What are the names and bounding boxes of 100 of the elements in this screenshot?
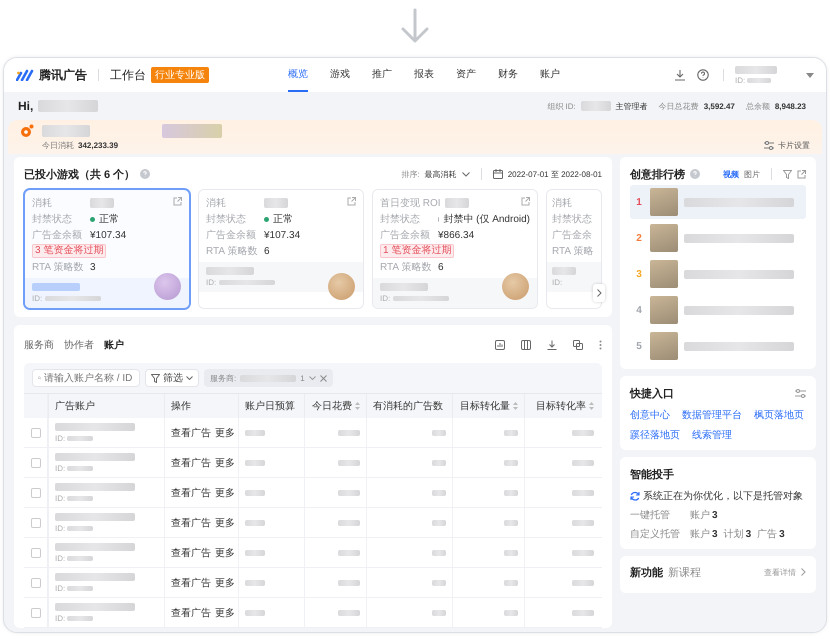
more-dropdown[interactable]: 更多 [215,426,235,440]
more-dropdown[interactable]: 更多 [215,606,235,620]
status-label: 封禁状态 [206,212,247,226]
view-ads-link[interactable]: 查看广告 [171,516,211,530]
row-checkbox[interactable] [30,518,40,528]
nav-tab[interactable]: 概览 [288,58,308,92]
sliders-icon[interactable] [795,388,806,398]
photo-placeholder [650,260,678,288]
blurred-text [572,610,594,616]
view-ads-link[interactable]: 查看广告 [171,576,211,590]
row-checkbox[interactable] [30,608,40,618]
managed-object-count: 3 [712,510,718,521]
close-icon[interactable] [320,374,327,382]
external-link-icon[interactable] [797,170,806,178]
date-range[interactable]: 2022-07-01 至 2022-08-01 [508,168,602,180]
sort-icon[interactable] [355,402,360,410]
nav-tab[interactable]: 推广 [372,58,392,92]
card-settings-link[interactable]: 卡片设置 [778,140,810,151]
nav-tab[interactable]: 财务 [498,58,518,92]
caret-icon[interactable] [806,72,814,78]
chevron-right-icon [596,289,602,297]
row-checkbox[interactable] [30,578,40,588]
section-tab[interactable]: 协作者 [64,338,94,352]
managed-type-label: 自定义托管 [630,528,681,541]
sort-dropdown[interactable]: 最高消耗 [424,168,457,180]
external-link-icon[interactable] [347,197,356,206]
rta-value: 6 [264,246,270,256]
nav-tab[interactable]: 报表 [414,58,434,92]
row-checkbox[interactable] [30,428,40,438]
photo-placeholder [650,296,678,324]
section-tab[interactable]: 账户 [104,338,124,352]
filter-icon[interactable] [783,170,792,178]
more-dropdown[interactable]: 更多 [215,516,235,530]
id-label: ID: [552,278,562,287]
blurred-text [504,580,518,586]
game-card[interactable]: 消耗 封禁状态 正常 广告金余额 ¥107.34 RTA 策略数 6 ID: [198,189,364,309]
org-id-label: 组织 ID: [547,100,576,112]
sort-icon[interactable] [513,402,518,410]
column-title: 目标转化量 [460,400,510,413]
columns-icon[interactable] [521,340,531,350]
chevron-down-icon[interactable] [308,376,316,380]
blurred-text [162,124,222,138]
shortcut-link[interactable]: 枫页落地页 [754,408,804,422]
view-ads-link[interactable]: 查看广告 [171,606,211,620]
copy-icon[interactable] [573,340,583,350]
view-ads-link[interactable]: 查看广告 [171,486,211,500]
game-card[interactable]: 首日变现 ROI 封禁状态 封禁中 (仅 Android) 广告金余额 ¥866.34 1 笔资金将过期 RTA 策略数 6 ID: [372,189,538,309]
chevron-down-icon[interactable] [462,172,470,176]
row-checkbox[interactable] [30,458,40,468]
chevron-right-icon[interactable] [801,568,806,576]
media-tab[interactable]: 图片 [744,168,760,180]
view-ads-link[interactable]: 查看广告 [171,456,211,470]
blurred-text [245,520,265,526]
blurred-text [67,466,94,470]
logo-icon [16,69,34,81]
view-ads-link[interactable]: 查看广告 [171,546,211,560]
managed-type-label: 一键托管 [630,508,671,522]
filter-button[interactable]: 筛选 [145,369,199,387]
game-card[interactable]: 消耗 封禁状态 正常 广告金余额 ¥107.34 3 笔资金将过期 RTA 策略数 3 ID: [24,189,190,309]
download-icon[interactable] [547,340,557,350]
shortcut-link[interactable]: 线索管理 [692,428,732,442]
help-icon[interactable] [697,69,709,81]
shortcut-link[interactable]: 创意中心 [630,408,670,422]
shortcut-link[interactable]: 蹊径落地页 [630,428,680,442]
blurred-text [338,430,360,436]
row-checkbox[interactable] [30,488,40,498]
id-label: ID: [55,434,66,442]
more-icon[interactable] [599,340,602,350]
blurred-text [432,490,446,496]
more-dropdown[interactable]: 更多 [215,546,235,560]
blurred-text [245,580,265,586]
shortcut-link[interactable]: 数据管理平台 [682,408,742,422]
more-dropdown[interactable]: 更多 [215,456,235,470]
nav-tab[interactable]: 游戏 [330,58,350,92]
section-tab[interactable]: 服务商 [24,338,54,352]
view-ads-link[interactable]: 查看广告 [171,426,211,440]
nav-tab[interactable]: 账户 [540,58,560,92]
download-icon[interactable] [674,69,686,81]
sort-icon[interactable] [589,402,594,410]
rank-number: 4 [635,304,643,316]
news-tab[interactable]: 新课程 [668,564,701,580]
status-label: 封禁状态 [32,212,73,226]
more-dropdown[interactable]: 更多 [215,576,235,590]
status-label: 封禁状态 [380,212,421,226]
chart-icon[interactable] [495,340,505,350]
balance-value: ¥107.34 [264,230,300,240]
balance-value: ¥866.34 [438,230,474,240]
news-tab[interactable]: 新功能 [630,564,663,580]
external-link-icon[interactable] [521,197,530,206]
media-tab[interactable]: 视频 [723,168,739,180]
nav-tab[interactable]: 资产 [456,58,476,92]
managed-object-label: 广告 [757,528,778,541]
blurred-text [67,616,94,620]
external-link-icon[interactable] [173,197,182,206]
calendar-icon[interactable] [492,169,503,179]
row-checkbox[interactable] [30,548,40,558]
id-label: ID: [206,278,216,287]
rta-label: RTA 策略数 [380,261,432,274]
more-dropdown[interactable]: 更多 [215,486,235,500]
next-button[interactable] [593,284,605,302]
